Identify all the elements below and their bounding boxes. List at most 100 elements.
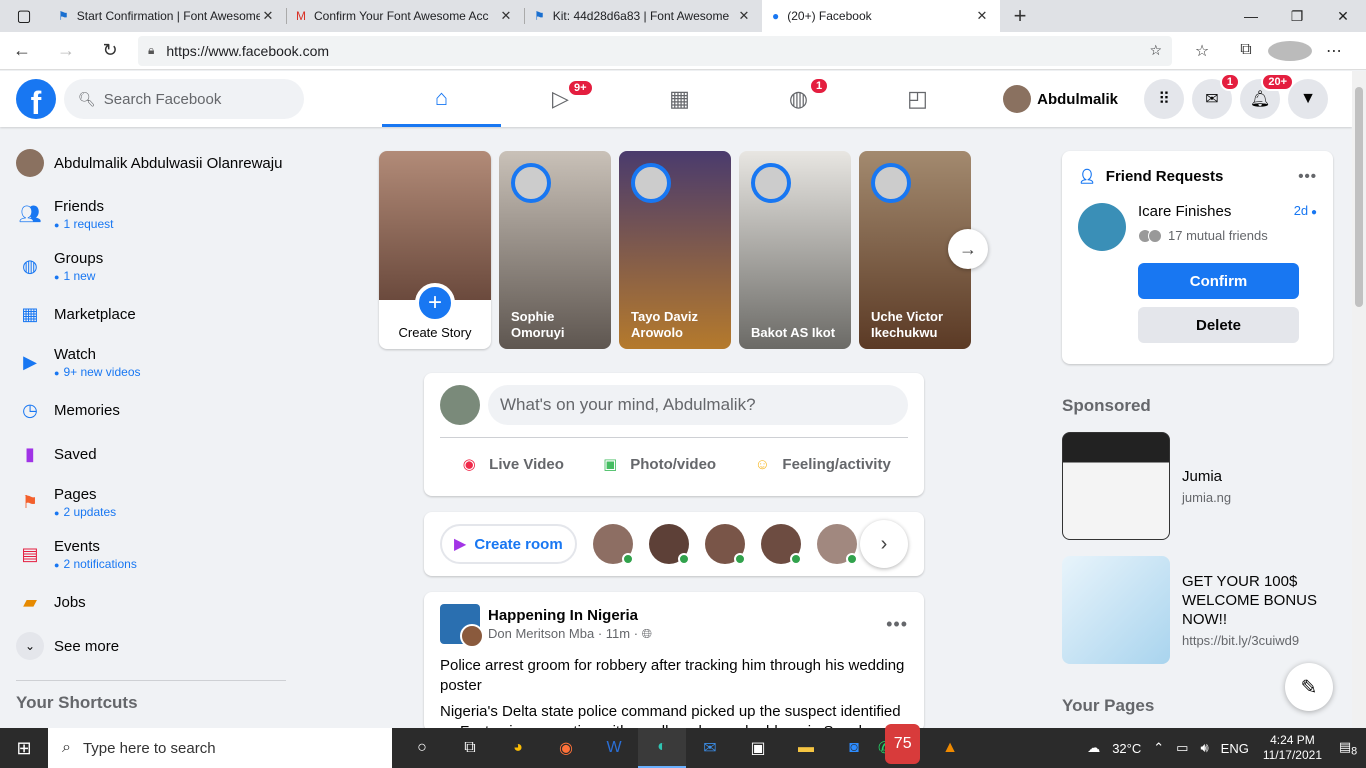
clock[interactable]: 4:24 PM 11/17/2021 bbox=[1263, 733, 1322, 763]
sidebar-item-marketplace[interactable]: ▦ Marketplace bbox=[8, 292, 298, 336]
forward-arrow-icon[interactable]: → bbox=[44, 40, 88, 61]
collections-icon[interactable]: ⧉ bbox=[1224, 41, 1268, 61]
back-arrow-icon[interactable]: ← bbox=[0, 40, 44, 61]
edge-icon[interactable]: ◐ bbox=[638, 728, 686, 768]
contact-avatar[interactable] bbox=[648, 524, 690, 565]
close-window-icon[interactable]: ✕ bbox=[1320, 0, 1366, 32]
photo-video-button[interactable]: ▣ Photo/video bbox=[598, 446, 716, 482]
mail-icon[interactable]: ✉ bbox=[686, 728, 734, 768]
close-icon[interactable]: ✕ bbox=[260, 8, 276, 24]
chevron-up-icon[interactable]: ⌃ bbox=[1153, 740, 1164, 756]
search-input[interactable]: 🔍︎ Search Facebook bbox=[64, 79, 304, 119]
add-favorite-icon[interactable]: ☆ bbox=[1149, 42, 1162, 59]
taskbar-search-input[interactable]: ⌕ Type here to search bbox=[48, 728, 392, 768]
weather-icon[interactable]: ☁ bbox=[1087, 740, 1100, 756]
ad-item[interactable]: Jumia jumia.ng bbox=[1062, 432, 1333, 540]
story-card[interactable]: Bakot AS Ikot bbox=[739, 151, 851, 349]
tab-gaming[interactable]: ◰ bbox=[858, 71, 977, 127]
more-options-icon[interactable]: ••• bbox=[886, 614, 908, 635]
folder-icon[interactable]: ▬ bbox=[782, 728, 830, 768]
browser-tab[interactable]: ⚑ Kit: 44d28d6a83 | Font Awesome ✕ bbox=[524, 0, 762, 32]
contact-avatar[interactable] bbox=[704, 524, 746, 565]
sidebar-item-jobs[interactable]: ▰ Jobs bbox=[8, 580, 298, 624]
ad-item[interactable]: GET YOUR 100$ WELCOME BONUS NOW!! https:… bbox=[1062, 556, 1333, 664]
tab-groups[interactable]: ◍ 1 bbox=[739, 71, 858, 127]
status-input[interactable]: What's on your mind, Abdulmalik? bbox=[488, 385, 908, 425]
post-author[interactable]: Don Meritson Mba bbox=[488, 626, 594, 641]
create-story-card[interactable]: + Create Story bbox=[379, 151, 491, 349]
restore-icon[interactable]: ❐ bbox=[1274, 0, 1320, 32]
browser-tab[interactable]: ⚑ Start Confirmation | Font Awesome ✕ bbox=[48, 0, 286, 32]
language-indicator[interactable]: ENG bbox=[1221, 741, 1249, 756]
rooms-next-button[interactable]: › bbox=[860, 520, 908, 568]
favorites-icon[interactable]: ☆ bbox=[1180, 41, 1224, 61]
tab-home[interactable]: ⌂ bbox=[382, 71, 501, 127]
volume-icon[interactable]: 🔊︎ bbox=[1200, 740, 1208, 756]
story-card[interactable]: Tayo Daviz Arowolo bbox=[619, 151, 731, 349]
word-icon[interactable]: W bbox=[590, 728, 638, 768]
chrome-icon[interactable]: ◕ bbox=[494, 728, 542, 768]
lock-icon[interactable]: 🔒︎ bbox=[148, 43, 154, 58]
feeling-activity-button[interactable]: ☺ Feeling/activity bbox=[750, 446, 891, 482]
tab-watch[interactable]: ▷ 9+ bbox=[501, 71, 620, 127]
contact-avatar[interactable] bbox=[816, 524, 858, 565]
create-room-button[interactable]: ▶ Create room bbox=[440, 524, 577, 564]
more-options-icon[interactable]: ••• bbox=[1298, 168, 1317, 185]
firefox-icon[interactable]: ◉ bbox=[542, 728, 590, 768]
mutual-friends[interactable]: 17 mutual friends bbox=[1168, 228, 1268, 243]
new-message-button[interactable]: ✎ bbox=[1285, 663, 1333, 711]
story-card[interactable]: Sophie Omoruyi bbox=[499, 151, 611, 349]
contact-avatar[interactable] bbox=[760, 524, 802, 565]
messenger-button[interactable]: ✉ 1 bbox=[1192, 73, 1240, 119]
stories-next-button[interactable]: → bbox=[948, 229, 988, 269]
temperature[interactable]: 32°C bbox=[1112, 741, 1141, 756]
menu-button[interactable]: ⠿ bbox=[1144, 79, 1184, 119]
sidebar-item-pages[interactable]: ⚑ Pages 2 updates bbox=[8, 476, 298, 528]
windows-start-icon[interactable]: ⊞ bbox=[0, 738, 48, 759]
sidebar-item-memories[interactable]: ◷ Memories bbox=[8, 388, 298, 432]
tab-marketplace[interactable]: ▦ bbox=[620, 71, 739, 127]
sidebar-item-groups[interactable]: ◍ Groups 1 new bbox=[8, 240, 298, 292]
sidebar-item-watch[interactable]: ▶ Watch 9+ new videos bbox=[8, 336, 298, 388]
close-icon[interactable]: ✕ bbox=[736, 8, 752, 24]
scrollbar[interactable] bbox=[1352, 71, 1366, 728]
profile-icon[interactable] bbox=[1268, 40, 1312, 61]
vlc-icon[interactable]: ▲ bbox=[926, 728, 974, 768]
notification-center-icon[interactable]: ▤8 bbox=[1330, 739, 1366, 758]
profile-chip[interactable]: Abdulmalik bbox=[999, 81, 1128, 117]
zoom-icon[interactable]: ◙ bbox=[830, 728, 878, 768]
scrollbar-thumb[interactable] bbox=[1355, 87, 1363, 307]
sidebar-item-saved[interactable]: ▮ Saved bbox=[8, 432, 298, 476]
refresh-icon[interactable]: ↻ bbox=[88, 40, 132, 61]
avatar[interactable] bbox=[1078, 203, 1126, 251]
new-tab-button[interactable]: + bbox=[1000, 0, 1040, 32]
close-icon[interactable]: ✕ bbox=[974, 8, 990, 24]
delete-button[interactable]: Delete bbox=[1138, 307, 1299, 343]
live-video-button[interactable]: ◉ Live Video bbox=[457, 446, 564, 482]
account-button[interactable]: ▼ bbox=[1288, 79, 1328, 119]
whatsapp-icon[interactable]: ✆75 bbox=[878, 724, 926, 768]
confirm-button[interactable]: Confirm bbox=[1138, 263, 1299, 299]
browser-tab[interactable]: M Confirm Your Font Awesome Acc ✕ bbox=[286, 0, 524, 32]
sidebar-item-events[interactable]: ▤ Events 2 notifications bbox=[8, 528, 298, 580]
store-icon[interactable]: ▣ bbox=[734, 728, 782, 768]
see-more-button[interactable]: ⌄ See more bbox=[8, 624, 298, 668]
contact-avatar[interactable] bbox=[592, 524, 634, 565]
notifications-button[interactable]: 🔔︎ 20+ bbox=[1240, 73, 1294, 119]
facebook-logo[interactable]: f bbox=[16, 79, 56, 119]
browser-tab-active[interactable]: ● (20+) Facebook ✕ bbox=[762, 0, 1000, 32]
close-icon[interactable]: ✕ bbox=[498, 8, 514, 24]
cortana-icon[interactable]: ○ bbox=[398, 728, 446, 768]
requester-name[interactable]: Icare Finishes bbox=[1138, 203, 1231, 220]
network-icon[interactable]: ▭ bbox=[1176, 740, 1188, 756]
url-field[interactable]: 🔒︎ https://www.facebook.com ☆ bbox=[138, 35, 1172, 66]
sidebar-item-friends[interactable]: 👥︎ Friends 1 request bbox=[8, 188, 298, 240]
post-time[interactable]: 11m bbox=[606, 626, 630, 641]
tab-actions-icon[interactable]: ▢ bbox=[0, 0, 48, 32]
minimize-icon[interactable]: — bbox=[1228, 0, 1274, 32]
plus-icon[interactable]: + bbox=[415, 283, 455, 323]
page-avatar[interactable] bbox=[440, 604, 484, 648]
post-page-name[interactable]: Happening In Nigeria bbox=[488, 607, 652, 624]
more-icon[interactable]: ⋯ bbox=[1312, 41, 1356, 61]
task-view-icon[interactable]: ⧉ bbox=[446, 728, 494, 768]
